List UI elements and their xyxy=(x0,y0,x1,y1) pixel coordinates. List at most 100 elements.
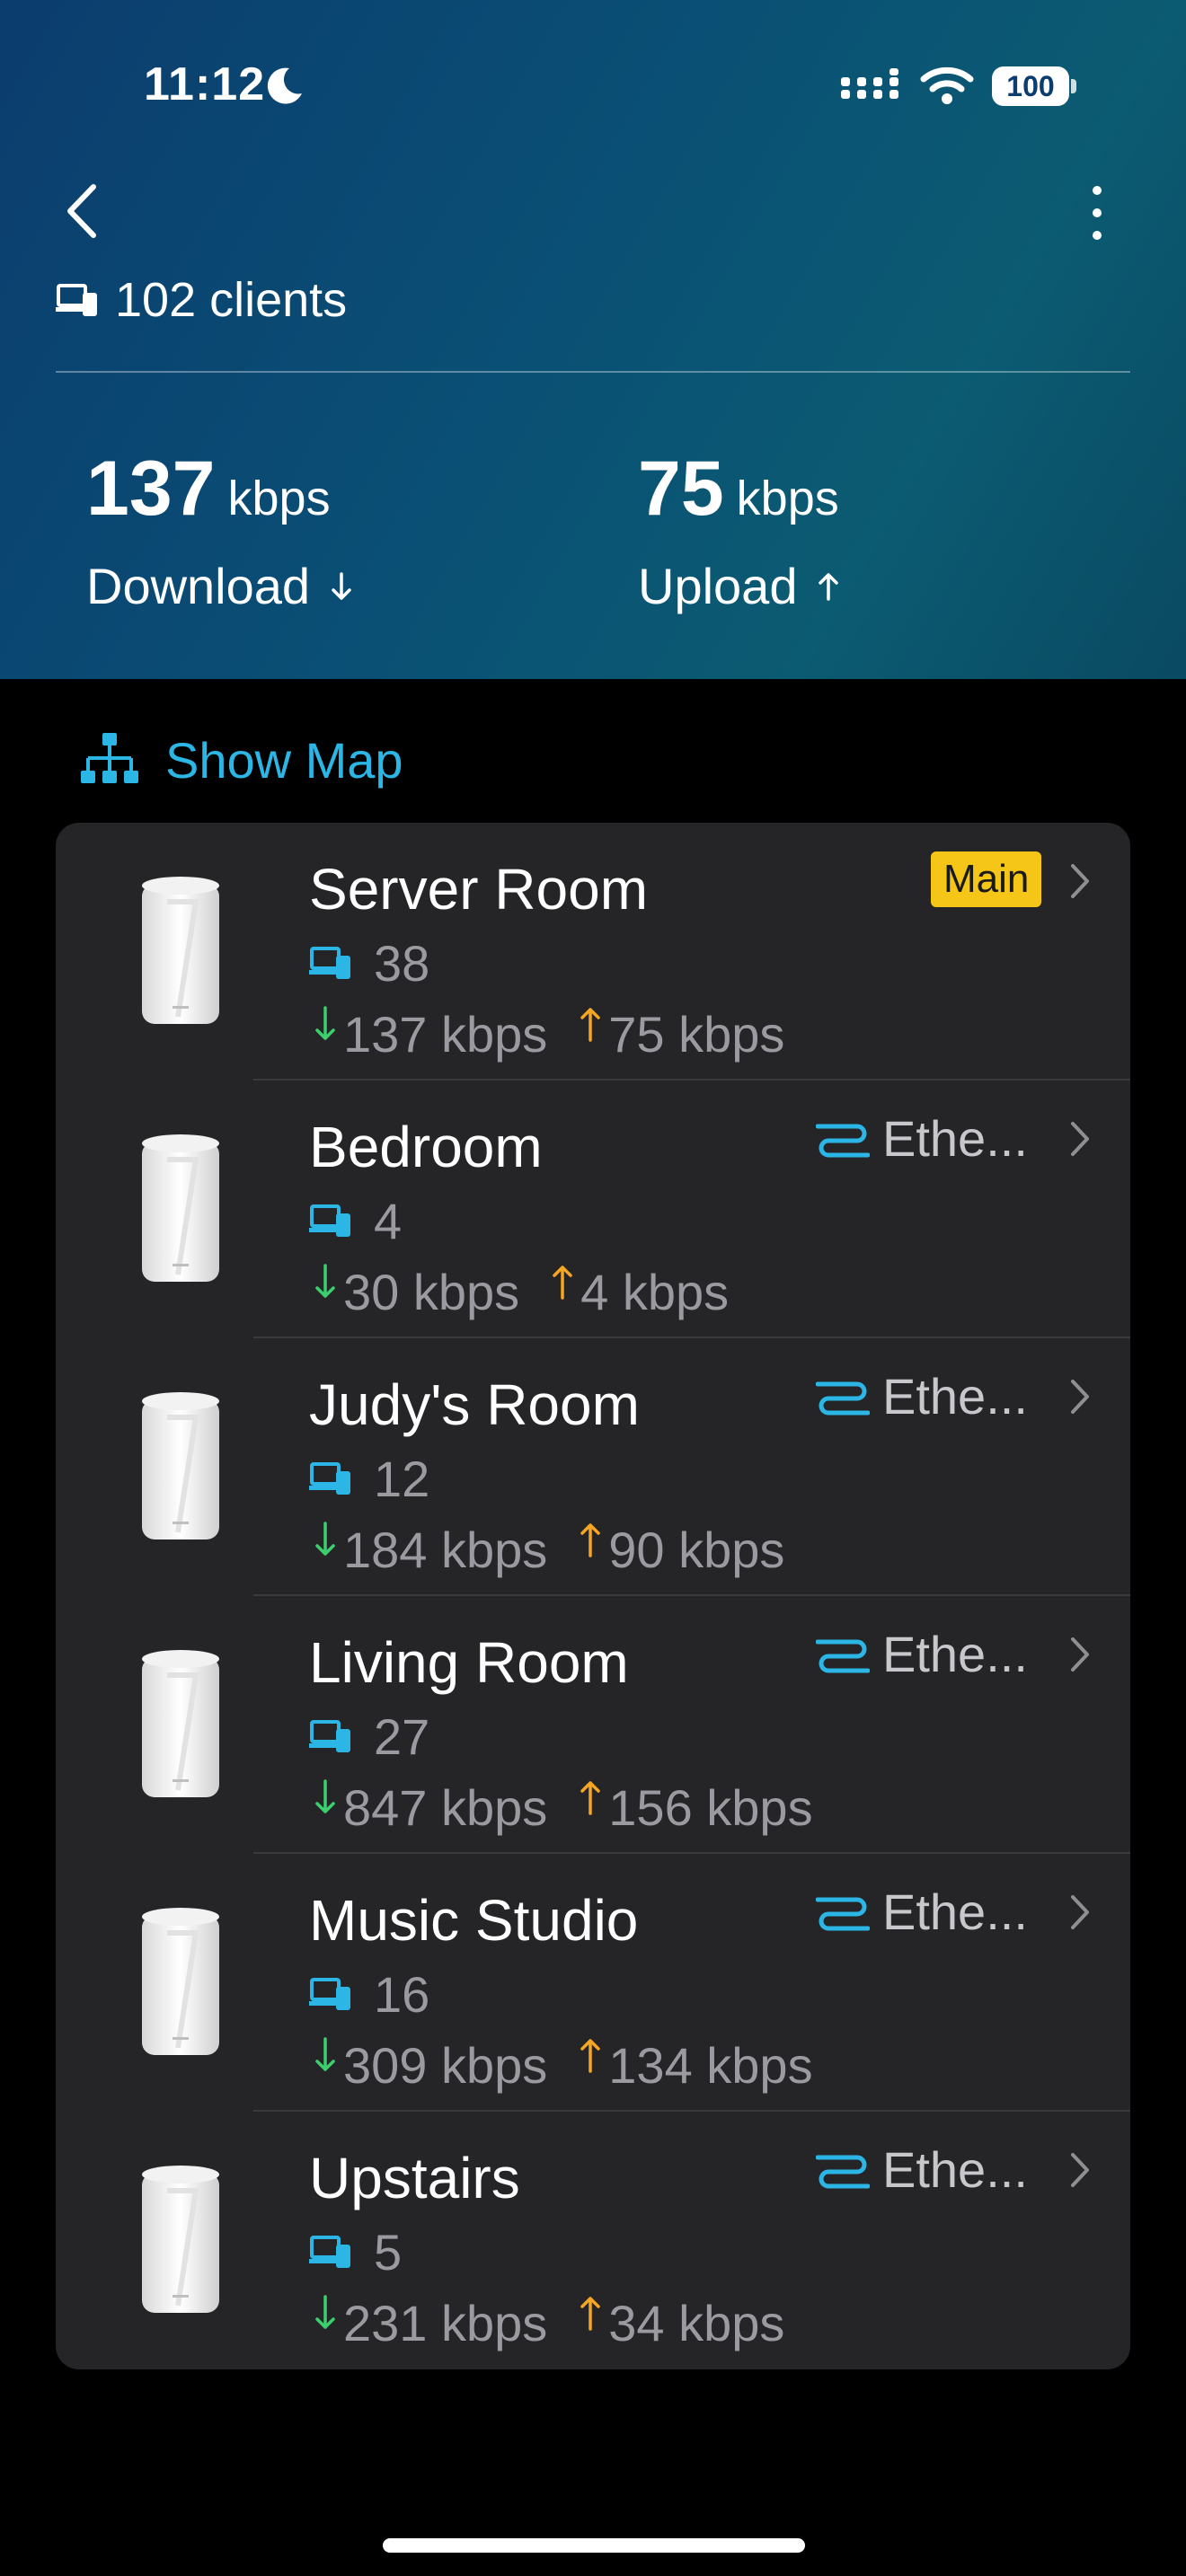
upload-arrow-icon xyxy=(580,1008,601,1042)
cellular-signal-icon xyxy=(841,68,898,99)
connection-type-label: Ethe... xyxy=(882,1109,1028,1167)
device-clients: 16 xyxy=(309,1966,429,2023)
deco-device-image xyxy=(142,1392,219,1539)
device-clients: 5 xyxy=(309,2223,403,2280)
device-clients-count: 38 xyxy=(374,934,430,992)
connection-type-label: Ethe... xyxy=(882,1367,1028,1425)
download-arrow-icon xyxy=(315,1006,335,1040)
chevron-right-icon[interactable] xyxy=(1066,1632,1094,1677)
ethernet-icon xyxy=(816,2155,870,2189)
device-upload-speed: 134 kbps xyxy=(608,2036,813,2094)
download-rate: 137 kbps Download xyxy=(86,444,353,622)
header-divider xyxy=(56,371,1130,373)
ethernet-icon xyxy=(816,1124,870,1158)
more-options-button[interactable] xyxy=(1075,181,1120,244)
device-speeds: 137 kbps 75 kbps xyxy=(313,1002,784,1065)
device-upload-speed: 90 kbps xyxy=(608,1521,785,1578)
connection-type: Ethe... xyxy=(816,2137,1028,2201)
download-arrow-icon xyxy=(315,2295,335,2329)
device-clients-count: 4 xyxy=(374,1192,403,1249)
device-clients: 27 xyxy=(309,1707,430,1765)
devices-icon xyxy=(309,1204,350,1237)
upload-value: 75 xyxy=(638,446,724,532)
devices-icon xyxy=(309,1978,350,2010)
devices-icon xyxy=(309,947,350,979)
device-list-item[interactable]: Bedroom 4 30 kbps 4 kbps Ethe... xyxy=(56,1081,1130,1338)
device-clients: 12 xyxy=(309,1450,430,1507)
connection-type-label: Ethe... xyxy=(882,1883,1028,1940)
download-label: Download xyxy=(86,558,311,614)
back-button[interactable] xyxy=(58,180,111,243)
devices-icon xyxy=(309,2236,350,2268)
chevron-right-icon[interactable] xyxy=(1066,1374,1094,1419)
device-clients-count: 12 xyxy=(374,1450,430,1507)
device-clients-count: 5 xyxy=(374,2223,403,2280)
device-name: Upstairs xyxy=(309,2146,520,2210)
download-arrow-icon xyxy=(315,1779,335,1813)
device-download-speed: 30 kbps xyxy=(343,1263,520,1320)
device-name: Server Room xyxy=(309,857,648,922)
device-upload-speed: 34 kbps xyxy=(608,2294,785,2351)
device-list-item[interactable]: Living Room 27 847 kbps 156 kbps Ethe... xyxy=(56,1596,1130,1854)
device-list-item[interactable]: Music Studio 16 309 kbps 134 kbps Ethe..… xyxy=(56,1854,1130,2112)
connection-type: Ethe... xyxy=(816,1621,1028,1686)
device-name: Living Room xyxy=(309,1630,629,1695)
ethernet-icon xyxy=(816,1639,870,1673)
device-speeds: 847 kbps 156 kbps xyxy=(313,1776,813,1839)
total-clients: 102 clients xyxy=(56,273,347,327)
upload-label: Upload xyxy=(638,558,798,614)
device-list-item[interactable]: Judy's Room 12 184 kbps 90 kbps Ethe... xyxy=(56,1338,1130,1596)
chevron-right-icon[interactable] xyxy=(1066,859,1094,904)
main-badge: Main xyxy=(931,851,1042,907)
deco-device-image xyxy=(142,1650,219,1797)
download-arrow-icon xyxy=(315,1522,335,1556)
device-name: Judy's Room xyxy=(309,1372,640,1437)
device-name: Music Studio xyxy=(309,1888,639,1953)
device-clients: 4 xyxy=(309,1192,403,1249)
device-upload-speed: 75 kbps xyxy=(608,1005,785,1063)
connection-type-label: Ethe... xyxy=(882,2140,1028,2198)
download-arrow-icon xyxy=(315,1264,335,1298)
deco-device-image xyxy=(142,2166,219,2313)
upload-arrow-icon xyxy=(580,2297,601,2331)
chevron-right-icon[interactable] xyxy=(1066,2148,1094,2192)
home-indicator[interactable] xyxy=(383,2538,805,2553)
chevron-right-icon[interactable] xyxy=(1066,1890,1094,1935)
network-topology-icon xyxy=(81,733,138,783)
device-speeds: 30 kbps 4 kbps xyxy=(313,1260,729,1323)
device-download-speed: 184 kbps xyxy=(343,1521,548,1578)
device-download-speed: 847 kbps xyxy=(343,1778,548,1836)
connection-type: Ethe... xyxy=(816,1106,1028,1170)
connection-type: Ethe... xyxy=(816,1363,1028,1428)
deco-device-image xyxy=(142,877,219,1024)
moon-icon xyxy=(267,67,302,104)
upload-arrow-icon xyxy=(580,1523,601,1557)
download-arrow-icon xyxy=(315,2037,335,2071)
device-list-item[interactable]: Server Room 38 137 kbps 75 kbps Main xyxy=(56,823,1130,1081)
show-map-button[interactable]: Show Map xyxy=(79,726,403,794)
device-clients-count: 27 xyxy=(374,1707,430,1765)
upload-rate: 75 kbps Upload xyxy=(638,444,840,622)
battery-icon: 100 xyxy=(992,66,1076,106)
device-list: Server Room 38 137 kbps 75 kbps Main Bed… xyxy=(56,823,1130,2369)
upload-arrow-icon xyxy=(580,1781,601,1815)
devices-icon xyxy=(56,284,97,316)
connection-type-label: Ethe... xyxy=(882,1625,1028,1682)
deco-device-image xyxy=(142,1908,219,2055)
device-list-item[interactable]: Upstairs 5 231 kbps 34 kbps Ethe... xyxy=(56,2112,1130,2369)
deco-device-image xyxy=(142,1134,219,1282)
chevron-right-icon[interactable] xyxy=(1066,1116,1094,1161)
upload-arrow-icon xyxy=(580,2039,601,2073)
show-map-label: Show Map xyxy=(165,731,403,789)
download-unit: kbps xyxy=(227,472,331,525)
device-download-speed: 309 kbps xyxy=(343,2036,548,2094)
devices-icon xyxy=(309,1720,350,1752)
device-clients: 38 xyxy=(309,934,430,992)
arrow-up-icon xyxy=(819,573,839,601)
device-download-speed: 137 kbps xyxy=(343,1005,548,1063)
upload-unit: kbps xyxy=(736,472,839,525)
ethernet-icon xyxy=(816,1381,870,1416)
devices-icon xyxy=(309,1462,350,1495)
status-bar: 11:12 100 xyxy=(0,0,1186,171)
download-value: 137 xyxy=(86,446,216,532)
